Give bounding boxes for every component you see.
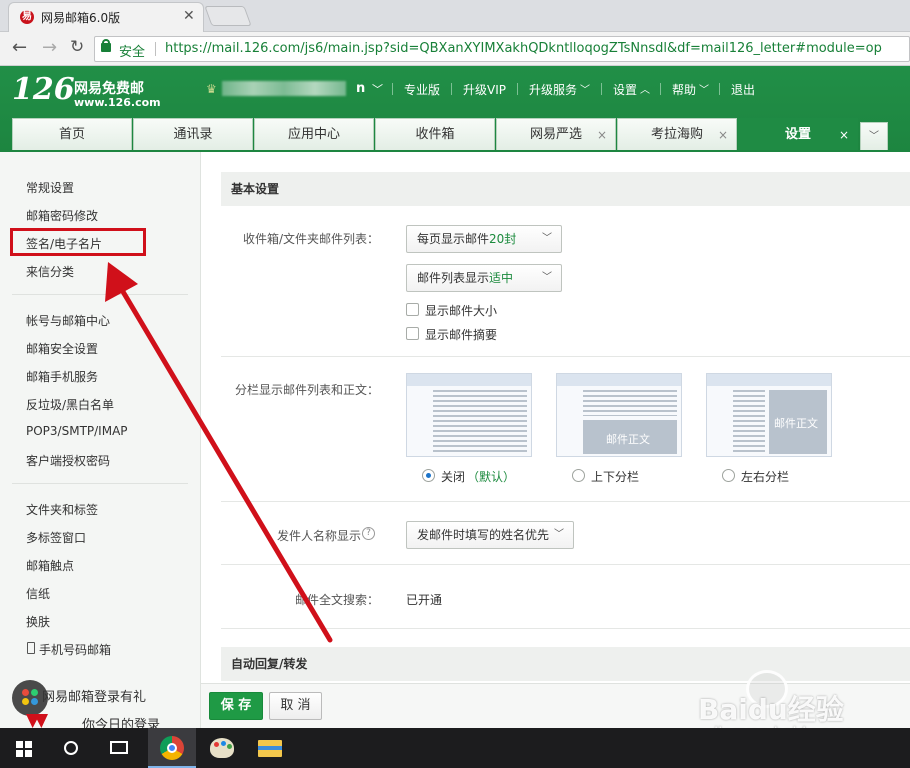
windows-logo-icon: [25, 750, 32, 757]
task-view-button[interactable]: [96, 728, 144, 768]
taskbar-chrome[interactable]: [148, 728, 196, 768]
task-view-icon: [110, 741, 128, 754]
windows-logo-icon: [16, 741, 23, 748]
windows-taskbar: [0, 728, 910, 768]
start-button[interactable]: [0, 728, 48, 768]
paint-dot-blue: [221, 741, 226, 746]
chrome-center-icon: [167, 743, 177, 753]
watermark-brand: Baidu经验: [698, 693, 844, 726]
search-button[interactable]: [48, 728, 96, 768]
annotation-arrow: [105, 262, 333, 643]
arrow-head: [105, 262, 138, 302]
folder-band-icon: [258, 746, 282, 750]
taskbar-file-explorer[interactable]: [246, 728, 294, 768]
taskbar-paint[interactable]: [198, 728, 246, 768]
paint-dot-red: [214, 742, 219, 747]
paint-dot-green: [227, 744, 232, 749]
arrow-shaft: [119, 287, 333, 643]
windows-logo-icon: [16, 750, 23, 757]
cortana-circle-icon: [64, 741, 78, 755]
windows-logo-icon: [25, 741, 32, 748]
